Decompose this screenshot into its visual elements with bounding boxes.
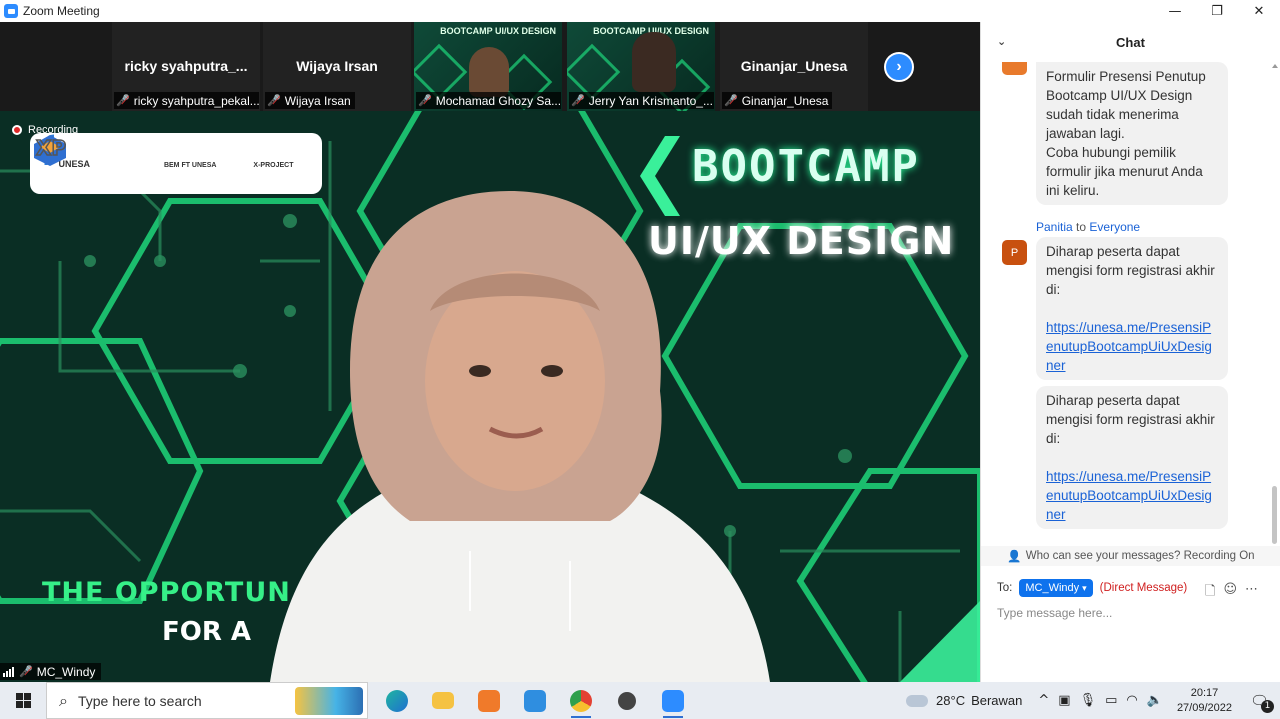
zoom-app-icon	[4, 4, 18, 18]
ukm-logo: BEM FT UNESA	[34, 135, 216, 169]
participant-label: 🎤̸ Wijaya Irsan	[265, 92, 355, 109]
vscode-icon[interactable]	[512, 682, 558, 719]
settings-icon[interactable]	[604, 682, 650, 719]
emoji-icon[interactable]: ☺	[1223, 582, 1237, 604]
message-link[interactable]: https://unesa.me/PresensiPenutupBootcamp…	[1046, 320, 1212, 373]
message-link[interactable]: https://unesa.me/PresensiPenutupBootcamp…	[1046, 469, 1212, 522]
start-button[interactable]	[0, 682, 46, 719]
participant-label: 🎤̸ Jerry Yan Krismanto_...	[569, 92, 714, 109]
participant-tile[interactable]: Ginanjar_Unesa 🎤̸ Ginanjar_Unesa	[720, 22, 870, 111]
mic-muted-icon: 🎤̸	[418, 94, 432, 107]
notification-icon[interactable]: 🗨 1	[1250, 692, 1274, 713]
more-icon[interactable]: ⋯	[1245, 582, 1258, 604]
zoom-icon[interactable]	[650, 682, 696, 719]
search-placeholder: Type here to search	[77, 692, 202, 709]
participant-video	[632, 32, 676, 92]
chrome-icon[interactable]	[558, 682, 604, 719]
mic-muted-icon: 🎤̸	[267, 94, 281, 107]
cloud-icon	[906, 694, 929, 707]
minimize-button[interactable]: —	[1154, 0, 1196, 22]
active-speaker-video: Recording UNESA BEM FT UNESA XP X-PROJEC…	[0, 111, 980, 682]
notification-badge: 1	[1261, 699, 1274, 713]
svg-text:XP: XP	[36, 136, 66, 160]
participant-tile[interactable]: ricky syahputra_... 🎤̸ ricky syahputra_pe…	[112, 22, 262, 111]
people-icon: 👤	[1007, 549, 1022, 563]
speaker-label: 🎤̸ MC_Windy	[0, 663, 102, 680]
participant-label: 🎤̸ Ginanjar_Unesa	[722, 92, 833, 109]
participant-name: Ginanjar_Unesa	[740, 58, 848, 74]
system-tray: 28°C Berawan ^ ▣ 🎙 ▭ ◠ 🔈 20:17 27/09/202…	[906, 682, 1280, 719]
window-controls: — ❐ ✕	[1154, 0, 1280, 22]
chevron-up-icon[interactable]: ^	[1038, 693, 1049, 708]
mic-muted-icon: 🎤̸	[571, 94, 585, 107]
visibility-notice[interactable]: 👤 Who can see your messages? Recording O…	[981, 546, 1280, 566]
file-explorer-icon[interactable]	[420, 682, 466, 719]
to-label: To:	[997, 582, 1013, 594]
scrollbar-thumb[interactable]	[1272, 486, 1277, 544]
chat-actions: 🗋 ☺ ⋯	[1205, 582, 1258, 604]
video-overlay-text: BOOTCAMP UI/UX DESIGN	[440, 26, 556, 36]
clock[interactable]: 20:17 27/09/2022	[1177, 686, 1232, 716]
chat-messages[interactable]: Formulir Presensi Penutup Bootcamp UI/UX…	[981, 62, 1271, 544]
file-icon[interactable]: 🗋	[1205, 582, 1215, 604]
taskbar: ⌕ Type here to search 28°C Berawan ^ ▣ 🎙…	[0, 682, 1280, 719]
recipient-select[interactable]: MC_Windy ▾	[1019, 579, 1093, 597]
tray-icons: ^ ▣ 🎙 ▭ ◠ 🔈	[1038, 693, 1163, 708]
chevron-down-icon[interactable]: ⌄	[997, 35, 1006, 48]
speaker-video	[270, 191, 770, 682]
chat-message: Diharap peserta dapat mengisi form regis…	[1036, 386, 1228, 529]
recipient-row: To: MC_Windy ▾ (Direct Message)	[997, 579, 1187, 597]
participant-name: ricky syahputra_...	[124, 58, 248, 74]
participant-label: 🎤̸ Mochamad Ghozy Sa...	[416, 92, 561, 109]
wifi-icon[interactable]: ◠	[1126, 693, 1137, 708]
edge-icon[interactable]	[374, 682, 420, 719]
direct-message-label: (Direct Message)	[1099, 582, 1188, 594]
pinned-apps	[374, 682, 696, 719]
chat-header: ⌄ Chat	[981, 22, 1280, 62]
chat-message: Diharap peserta dapat mengisi form regis…	[1036, 237, 1228, 380]
chat-title: Chat	[1116, 34, 1145, 50]
participant-name: Wijaya Irsan	[296, 58, 378, 74]
x-project-logo: XP X-PROJECT	[35, 135, 294, 169]
taskbar-search[interactable]: ⌕ Type here to search	[46, 682, 368, 719]
search-icon: ⌕	[59, 690, 68, 710]
message-input[interactable]	[997, 606, 1267, 620]
chevron-right-icon[interactable]: ›	[884, 52, 914, 82]
xampp-icon[interactable]	[466, 682, 512, 719]
participant-video	[469, 47, 509, 97]
participant-tile[interactable]: Wijaya Irsan 🎤̸ Wijaya Irsan	[263, 22, 413, 111]
meeting-area: ricky syahputra_... 🎤̸ ricky syahputra_pe…	[0, 22, 980, 682]
title-bar: Zoom Meeting — ❐ ✕	[0, 0, 1280, 22]
battery-icon[interactable]: ▭	[1105, 693, 1117, 708]
record-icon	[12, 125, 22, 135]
mic-muted-icon: 🎤̸	[116, 94, 130, 107]
message-sender: Panitia to Everyone	[1036, 220, 1141, 234]
participant-label: 🎤̸ ricky syahputra_pekal...	[114, 92, 259, 109]
windows-icon	[15, 693, 31, 708]
chat-panel: ⌄ Chat Formulir Presensi Penutup Bootcam…	[980, 22, 1280, 682]
microphone-icon[interactable]: 🎙	[1080, 693, 1097, 708]
signal-strength-icon	[3, 666, 14, 677]
participant-tile[interactable]: BOOTCAMP UI/UX DESIGN 🎤̸ Jerry Yan Krisma…	[567, 22, 717, 111]
mic-muted-icon: 🎤̸	[19, 665, 33, 678]
maximize-button[interactable]: ❐	[1196, 0, 1238, 22]
mic-muted-icon: 🎤̸	[724, 94, 738, 107]
meet-now-icon[interactable]: ▣	[1058, 693, 1070, 708]
chat-message: Formulir Presensi Penutup Bootcamp UI/UX…	[1036, 62, 1228, 205]
window-title: Zoom Meeting	[23, 4, 100, 18]
avatar: P	[1002, 240, 1027, 265]
participant-tile[interactable]: BOOTCAMP UI/UX DESIGN 🎤̸ Mochamad Ghozy S…	[414, 22, 564, 111]
participant-strip: ricky syahputra_... 🎤̸ ricky syahputra_pe…	[0, 22, 980, 111]
close-button[interactable]: ✕	[1238, 0, 1280, 22]
avatar	[1002, 62, 1027, 75]
search-highlight-image	[295, 687, 363, 715]
scroll-up-icon[interactable]	[1272, 64, 1278, 68]
volume-icon[interactable]: 🔈	[1147, 693, 1163, 708]
chat-scrollbar[interactable]	[1271, 62, 1279, 544]
weather-widget[interactable]: 28°C Berawan	[906, 693, 1022, 708]
